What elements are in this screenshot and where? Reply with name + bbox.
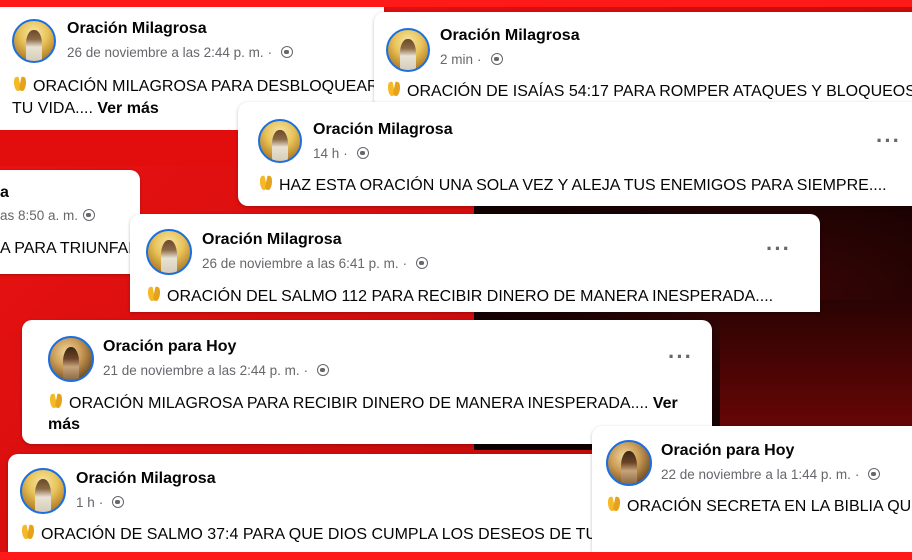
post-text-content: TU VIDA....: [12, 100, 93, 117]
post-author[interactable]: Oración Milagrosa: [202, 231, 342, 249]
post-author[interactable]: a: [0, 184, 9, 202]
page-avatar[interactable]: [146, 229, 192, 275]
page-avatar[interactable]: [386, 28, 430, 72]
globe-icon: [490, 53, 503, 65]
timestamp-text: as 8:50 a. m.: [0, 208, 79, 223]
post-text-content: ORACIÓN SECRETA EN LA BIBLIA QU: [627, 498, 912, 515]
globe-icon: [356, 147, 369, 159]
post-author[interactable]: Oración Milagrosa: [440, 27, 580, 45]
post-text: ORACIÓN DEL SALMO 112 PARA RECIBIR DINER…: [146, 287, 773, 306]
more-options-icon[interactable]: ···: [876, 130, 901, 152]
see-more-link[interactable]: Ver: [653, 395, 678, 412]
praying-hands-icon: [12, 77, 29, 92]
post-text: ORACIÓN SECRETA EN LA BIBLIA QU: [606, 497, 911, 516]
page-avatar[interactable]: [48, 336, 94, 382]
post-timestamp[interactable]: 2 min ·: [440, 52, 503, 67]
globe-icon: [416, 257, 429, 269]
post-text-line2: TU VIDA.... Ver más: [12, 100, 159, 118]
globe-icon: [317, 364, 330, 376]
post-author[interactable]: Oración Milagrosa: [313, 121, 453, 139]
timestamp-text: 22 de noviembre a la 1:44 p. m.: [661, 467, 851, 482]
post-author[interactable]: Oración Milagrosa: [67, 20, 207, 38]
post-card[interactable]: Oración Milagrosa 2 min · ORACIÓN DE ISAÍ…: [374, 12, 912, 108]
post-timestamp[interactable]: 14 h ·: [313, 146, 369, 161]
page-avatar[interactable]: [606, 440, 652, 486]
praying-hands-icon: [606, 497, 623, 512]
red-frame-bottom: [0, 552, 912, 560]
globe-icon: [112, 496, 125, 508]
red-strip: [0, 130, 240, 166]
post-text-content: ORACIÓN MILAGROSA PARA DESBLOQUEAR: [33, 78, 379, 95]
post-text: ORACIÓN MILAGROSA PARA DESBLOQUEAR: [12, 77, 379, 96]
page-avatar[interactable]: [20, 468, 66, 514]
praying-hands-icon: [258, 176, 275, 191]
post-author[interactable]: Oración para Hoy: [661, 442, 794, 460]
post-text-content: A PARA TRIUNFAR: [0, 240, 140, 257]
more-options-icon[interactable]: ···: [766, 238, 791, 260]
post-text: ORACIÓN DE SALMO 37:4 PARA QUE DIOS CUMP…: [20, 525, 597, 544]
page-avatar[interactable]: [258, 119, 302, 163]
see-more-link[interactable]: más: [48, 416, 80, 433]
post-timestamp[interactable]: 26 de noviembre a las 6:41 p. m. ·: [202, 256, 429, 271]
post-author[interactable]: Oración para Hoy: [103, 338, 236, 356]
post-text: ORACIÓN MILAGROSA PARA RECIBIR DINERO DE…: [48, 394, 678, 413]
post-text-content: ORACIÓN DEL SALMO 112 PARA RECIBIR DINER…: [167, 288, 774, 305]
post-timestamp[interactable]: 26 de noviembre a las 2:44 p. m. ·: [67, 45, 294, 60]
post-timestamp[interactable]: as 8:50 a. m.: [0, 208, 96, 223]
post-card[interactable]: Oración para Hoy 22 de noviembre a la 1:…: [592, 426, 912, 552]
timestamp-text: 26 de noviembre a las 6:41 p. m.: [202, 256, 399, 271]
post-text: ORACIÓN DE ISAÍAS 54:17 PARA ROMPER ATAQ…: [386, 82, 912, 101]
praying-hands-icon: [20, 525, 37, 540]
post-card[interactable]: Oración Milagrosa 26 de noviembre a las …: [130, 214, 820, 312]
timestamp-text: 26 de noviembre a las 2:44 p. m.: [67, 45, 264, 60]
timestamp-text: 1 h: [76, 495, 95, 510]
praying-hands-icon: [386, 82, 403, 97]
post-text-line2: más: [48, 416, 80, 434]
globe-icon: [83, 209, 96, 221]
page-avatar[interactable]: [12, 19, 56, 63]
post-text: A PARA TRIUNFAR: [0, 240, 140, 258]
timestamp-text: 2 min: [440, 52, 474, 67]
post-text-content: ORACIÓN DE ISAÍAS 54:17 PARA ROMPER ATAQ…: [407, 83, 912, 100]
post-card[interactable]: Oración Milagrosa 1 h · ORACIÓN DE SALMO …: [8, 454, 608, 560]
post-timestamp[interactable]: 1 h ·: [76, 495, 125, 510]
more-options-icon[interactable]: ···: [668, 346, 693, 368]
post-timestamp[interactable]: 21 de noviembre a las 2:44 p. m. ·: [103, 363, 330, 378]
timestamp-text: 21 de noviembre a las 2:44 p. m.: [103, 363, 300, 378]
globe-icon: [868, 468, 881, 480]
red-frame-top: [0, 0, 912, 7]
post-text: HAZ ESTA ORACIÓN UNA SOLA VEZ Y ALEJA TU…: [258, 176, 887, 195]
post-card[interactable]: Oración Milagrosa 14 h · ··· HAZ ESTA ORA…: [238, 102, 912, 206]
timestamp-text: 14 h: [313, 146, 340, 161]
post-text-content: ORACIÓN MILAGROSA PARA RECIBIR DINERO DE…: [69, 395, 649, 412]
globe-icon: [281, 46, 294, 58]
post-card-partial-left[interactable]: a as 8:50 a. m. A PARA TRIUNFAR: [0, 170, 140, 274]
praying-hands-icon: [146, 287, 163, 302]
post-text-content: HAZ ESTA ORACIÓN UNA SOLA VEZ Y ALEJA TU…: [279, 177, 887, 194]
post-text-content: ORACIÓN DE SALMO 37:4 PARA QUE DIOS CUMP…: [41, 526, 598, 543]
see-more-link[interactable]: Ver más: [97, 100, 158, 117]
post-timestamp[interactable]: 22 de noviembre a la 1:44 p. m. ·: [661, 467, 881, 482]
post-author[interactable]: Oración Milagrosa: [76, 470, 216, 488]
praying-hands-icon: [48, 394, 65, 409]
